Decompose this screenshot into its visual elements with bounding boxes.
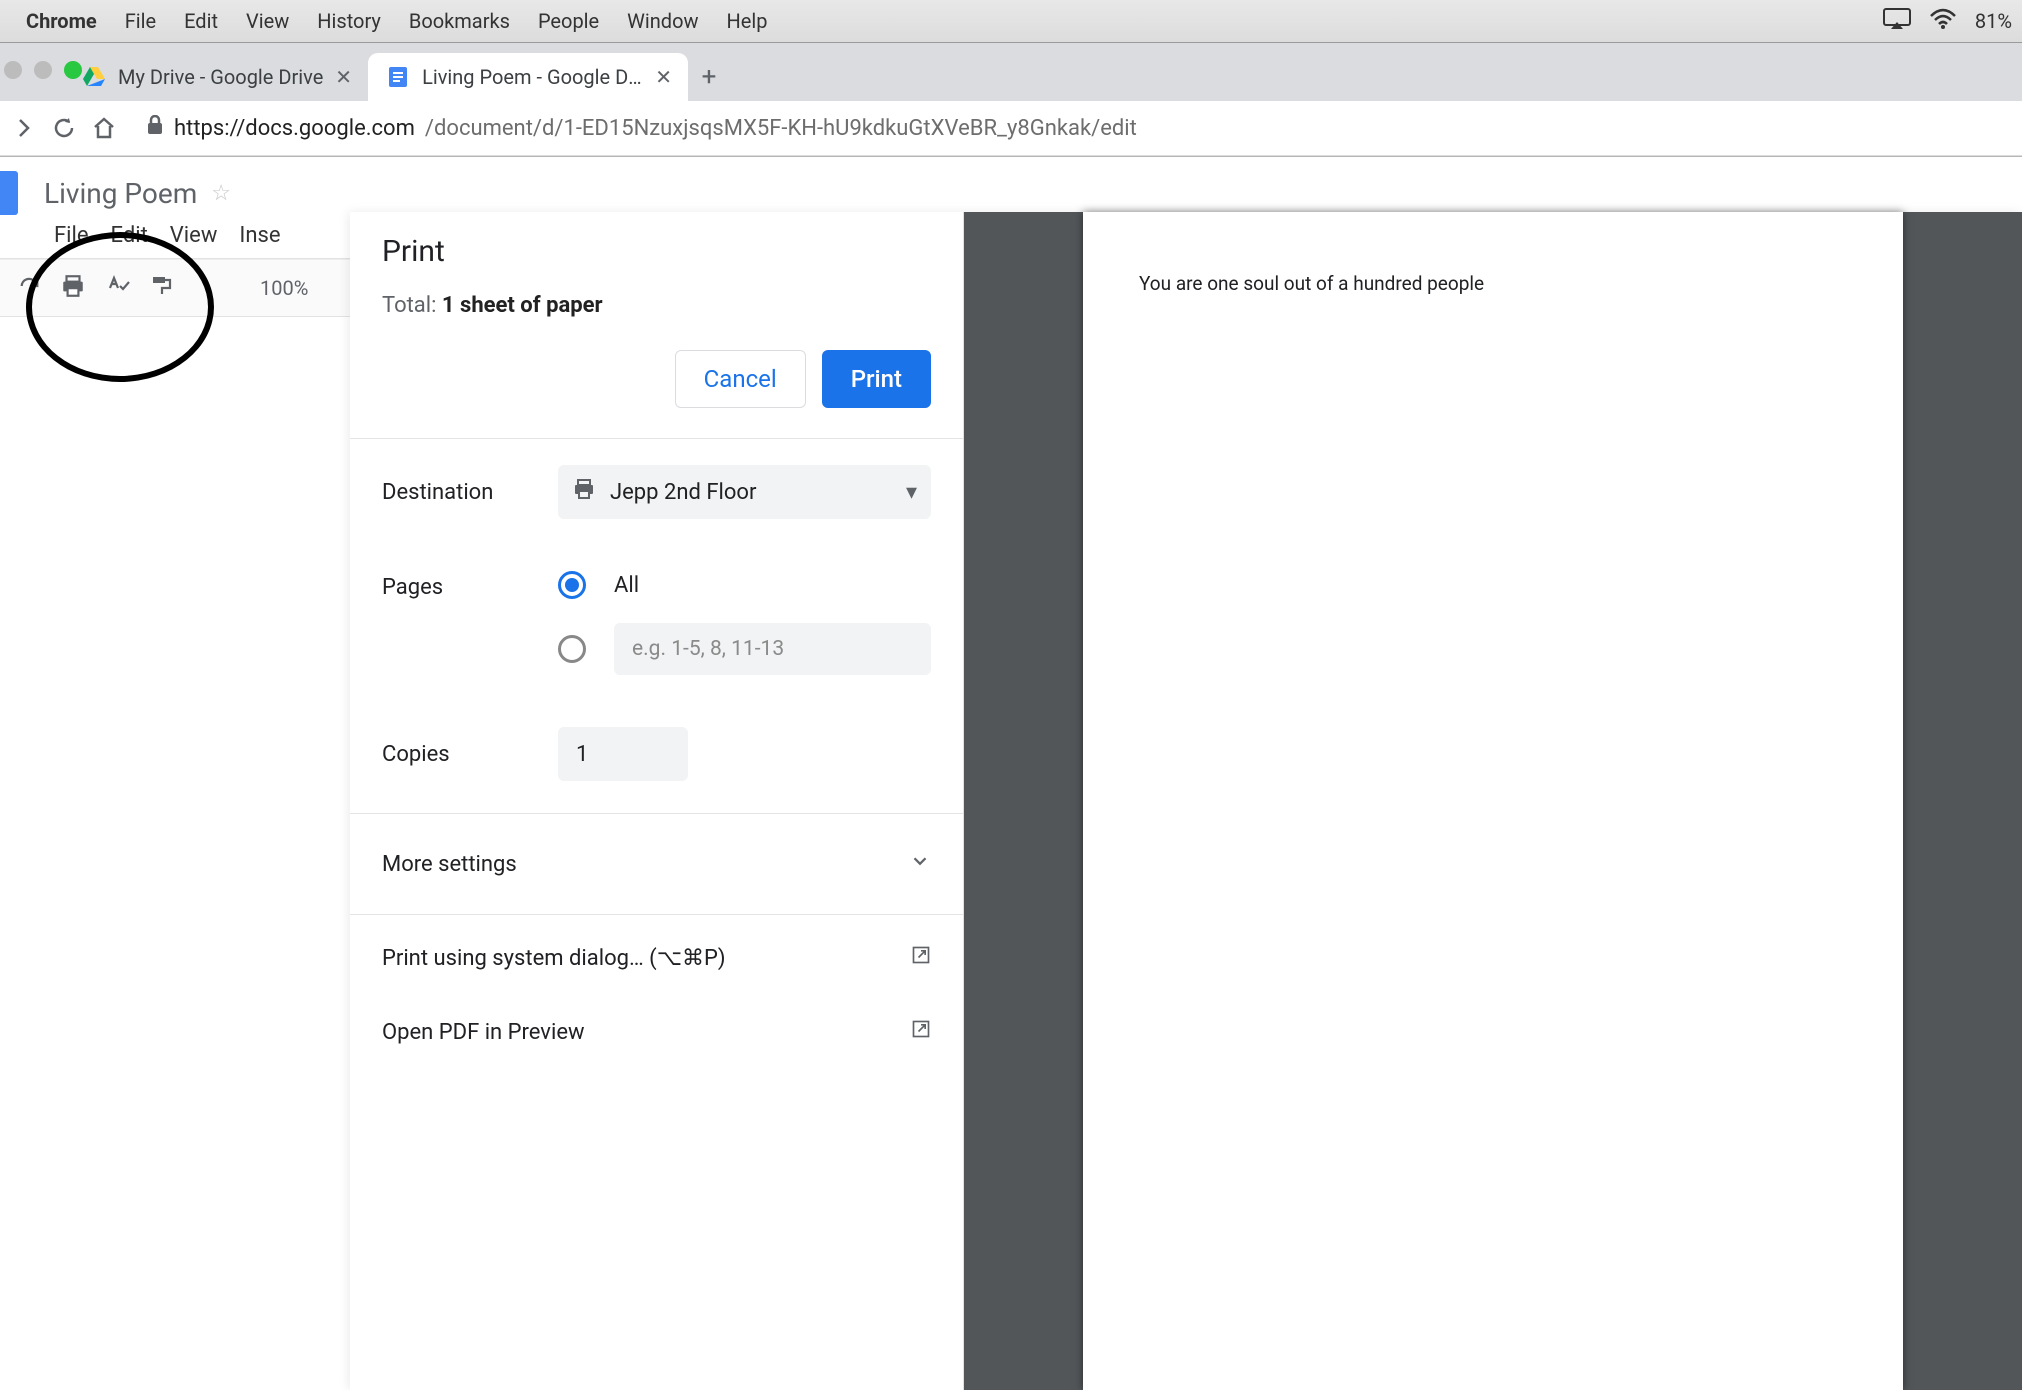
divider <box>350 914 963 915</box>
preview-text-line: You are one soul out of a hundred people <box>1139 272 1847 295</box>
forward-button[interactable] <box>12 116 36 140</box>
preview-page: You are one soul out of a hundred people <box>1083 212 1903 1390</box>
print-icon[interactable] <box>60 273 86 304</box>
copies-value: 1 <box>576 742 588 767</box>
print-options-panel: Print Total: 1 sheet of paper Cancel Pri… <box>350 212 964 1390</box>
divider <box>350 813 963 814</box>
spellcheck-icon[interactable] <box>106 274 130 303</box>
zoom-level[interactable]: 100% <box>260 276 308 300</box>
menubar-view[interactable]: View <box>246 9 289 33</box>
docs-menu-view[interactable]: View <box>170 223 218 248</box>
browser-toolbar: https://docs.google.com/document/d/1-ED1… <box>0 101 2022 156</box>
pages-all-label: All <box>614 573 639 598</box>
cancel-button[interactable]: Cancel <box>675 350 806 408</box>
docs-logo-icon[interactable] <box>0 171 18 215</box>
print-dialog-title: Print <box>382 234 931 269</box>
more-settings-label: More settings <box>382 852 517 877</box>
more-settings-toggle[interactable]: More settings <box>382 820 931 908</box>
print-total-value: 1 sheet of paper <box>442 293 603 318</box>
open-pdf-preview-link[interactable]: Open PDF in Preview <box>382 995 931 1069</box>
url-path: /document/d/1-ED15NzuxjsqsMX5F-KH-hU9kdk… <box>425 116 1137 141</box>
drive-icon <box>82 65 106 89</box>
new-tab-button[interactable]: + <box>688 53 730 101</box>
menubar-bookmarks[interactable]: Bookmarks <box>409 9 510 33</box>
menubar-edit[interactable]: Edit <box>184 9 218 33</box>
chevron-down-icon <box>909 850 931 878</box>
system-dialog-link[interactable]: Print using system dialog… (⌥⌘P) <box>382 921 931 995</box>
chrome-window-frame: My Drive - Google Drive ✕ Living Poem - … <box>0 43 2022 157</box>
docs-icon <box>386 65 410 89</box>
airplay-icon[interactable] <box>1883 8 1911 35</box>
destination-value: Jepp 2nd Floor <box>610 480 756 505</box>
copies-input[interactable]: 1 <box>558 727 688 781</box>
destination-select[interactable]: Jepp 2nd Floor ▾ <box>558 465 931 519</box>
docs-menu-edit[interactable]: Edit <box>111 223 148 248</box>
address-bar[interactable]: https://docs.google.com/document/d/1-ED1… <box>132 108 2010 148</box>
chevron-down-icon: ▾ <box>906 480 917 505</box>
menubar-help[interactable]: Help <box>727 9 768 33</box>
destination-label: Destination <box>382 480 544 505</box>
window-minimize-icon[interactable] <box>34 61 52 79</box>
copies-label: Copies <box>382 742 544 767</box>
redo-icon[interactable] <box>18 275 40 302</box>
close-icon[interactable]: ✕ <box>335 65 352 89</box>
print-total-prefix: Total: <box>382 293 442 318</box>
system-dialog-label: Print using system dialog… (⌥⌘P) <box>382 946 726 971</box>
pages-label: Pages <box>382 571 544 600</box>
menubar-app-name[interactable]: Chrome <box>26 9 97 33</box>
tab-title: My Drive - Google Drive <box>118 65 323 89</box>
open-pdf-label: Open PDF in Preview <box>382 1020 585 1045</box>
pages-range-radio[interactable] <box>558 635 586 663</box>
docs-menu-file[interactable]: File <box>54 223 89 248</box>
pages-range-placeholder: e.g. 1-5, 8, 11-13 <box>632 637 784 661</box>
print-dialog: Print Total: 1 sheet of paper Cancel Pri… <box>350 212 2022 1390</box>
menubar-window[interactable]: Window <box>627 9 698 33</box>
battery-percent: 81% <box>1975 9 2012 33</box>
print-button[interactable]: Print <box>822 350 931 408</box>
close-icon[interactable]: ✕ <box>655 65 672 89</box>
lock-icon <box>146 115 164 141</box>
pages-all-radio[interactable] <box>558 571 586 599</box>
menubar-people[interactable]: People <box>538 9 599 33</box>
star-icon[interactable]: ☆ <box>211 181 231 206</box>
print-preview-pane: You are one soul out of a hundred people <box>964 212 2022 1390</box>
url-host: https://docs.google.com <box>174 116 415 141</box>
wifi-icon[interactable] <box>1929 8 1957 35</box>
menubar-file[interactable]: File <box>125 9 156 33</box>
printer-icon <box>572 477 596 507</box>
tab-google-drive[interactable]: My Drive - Google Drive ✕ <box>64 53 368 101</box>
docs-menu-insert[interactable]: Inse <box>239 223 280 248</box>
home-button[interactable] <box>92 116 116 140</box>
menubar-history[interactable]: History <box>317 9 381 33</box>
document-title[interactable]: Living Poem <box>44 177 197 210</box>
tab-google-docs[interactable]: Living Poem - Google Docs ✕ <box>368 53 688 101</box>
external-link-icon <box>911 945 931 971</box>
macos-menubar: Chrome File Edit View History Bookmarks … <box>0 0 2022 43</box>
window-close-icon[interactable] <box>4 61 22 79</box>
print-total-sheets: Total: 1 sheet of paper <box>382 293 931 318</box>
paint-format-icon[interactable] <box>150 274 174 303</box>
tab-strip: My Drive - Google Drive ✕ Living Poem - … <box>0 43 2022 101</box>
pages-range-input[interactable]: e.g. 1-5, 8, 11-13 <box>614 623 931 675</box>
external-link-icon <box>911 1019 931 1045</box>
reload-button[interactable] <box>52 116 76 140</box>
tab-title: Living Poem - Google Docs <box>422 65 643 89</box>
